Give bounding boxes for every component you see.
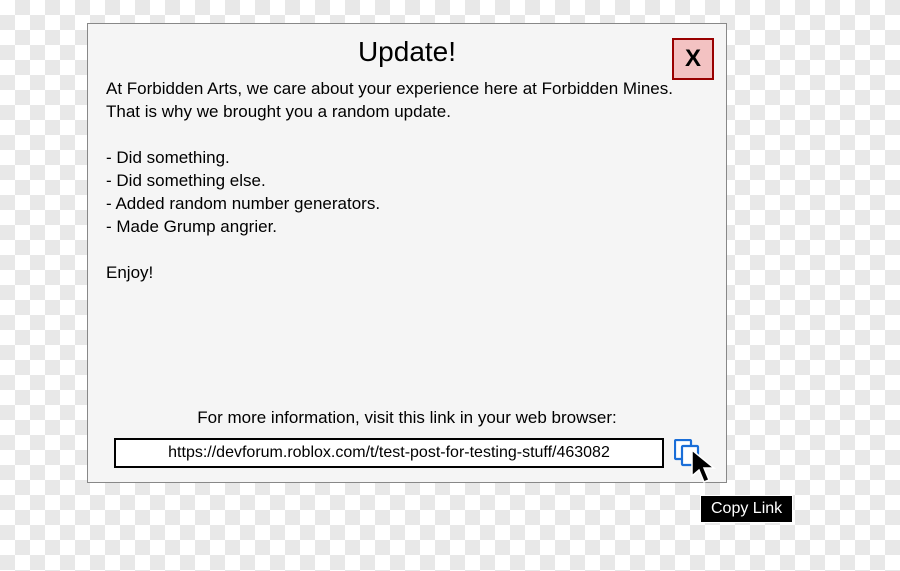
dialog-footer: For more information, visit this link in… [88,408,726,468]
link-row [106,438,708,468]
tooltip-text: Copy Link [711,500,782,517]
close-button-label: X [685,45,701,73]
copy-icon[interactable] [674,439,700,467]
link-instruction-label: For more information, visit this link in… [106,408,708,428]
link-url-field[interactable] [114,438,664,468]
close-button[interactable]: X [672,38,714,80]
update-dialog: X Update! At Forbidden Arts, we care abo… [87,23,727,483]
copy-link-tooltip: Copy Link [700,495,793,523]
dialog-body: At Forbidden Arts, we care about your ex… [106,78,708,284]
dialog-title: Update! [106,36,708,68]
